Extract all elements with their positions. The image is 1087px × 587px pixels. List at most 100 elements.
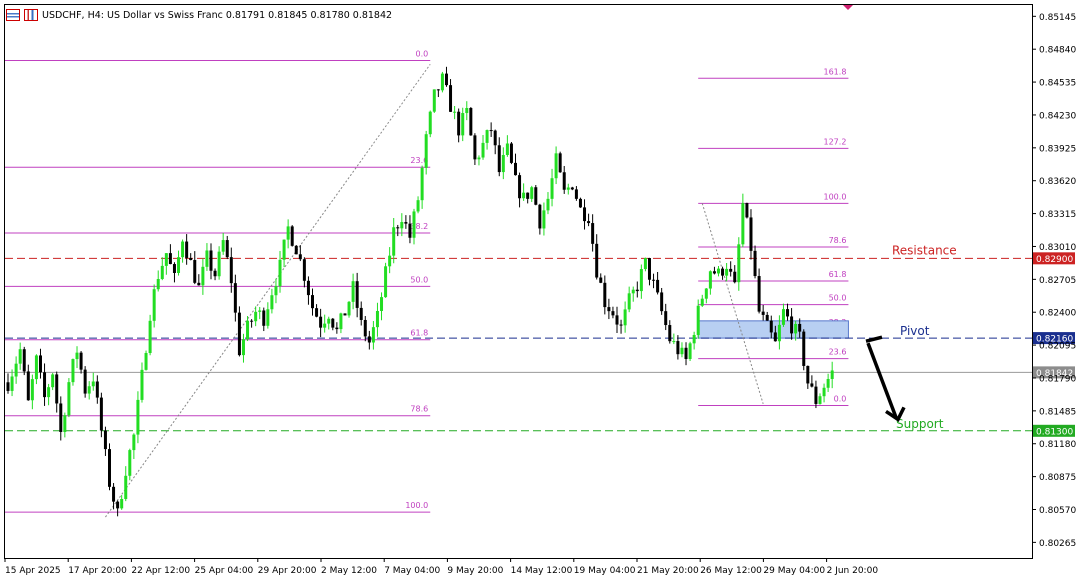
chart-list-icon[interactable] [6, 9, 20, 21]
candle-bull [205, 250, 209, 267]
y-tick-label: 0.80265 [1039, 539, 1076, 549]
candle-bear [168, 253, 172, 265]
candle-bull [156, 279, 160, 290]
candle-bear [79, 352, 83, 370]
candle-bull [148, 320, 152, 354]
candle-bear [664, 311, 668, 326]
candle-bull [384, 266, 388, 298]
candle-bear [331, 318, 335, 328]
candle-bull [794, 323, 798, 334]
candle-bull [34, 355, 38, 380]
candle-bear [99, 397, 103, 431]
candle-bear [213, 270, 217, 277]
y-tick-label: 0.81790 [1039, 374, 1076, 384]
candle-bull [181, 241, 185, 258]
price-chart[interactable]: 0.023.638.250.061.878.6100.0161.8127.210… [0, 0, 1087, 583]
candle-bull [136, 399, 140, 435]
candle-bear [343, 313, 347, 316]
x-tick-label: 25 Apr 04:00 [195, 566, 254, 576]
chart-bars-icon[interactable] [24, 9, 38, 21]
candle-bear [311, 295, 314, 309]
fib-level-label: 161.8 [824, 67, 847, 76]
candle-bear [591, 223, 595, 244]
candle-bear [43, 372, 47, 398]
x-tick-label: 21 May 20:00 [637, 566, 699, 576]
candle-bear [534, 187, 538, 205]
candle-bear [765, 314, 769, 321]
candle-bull [522, 192, 526, 199]
candle-bull [91, 381, 95, 387]
fib-level-label: 0.0 [416, 50, 429, 59]
candle-bear [684, 347, 688, 360]
candle-bull [465, 108, 469, 114]
candle-bear [611, 311, 615, 316]
fib-level-label: 50.0 [410, 275, 428, 284]
candle-bull [274, 286, 278, 296]
candle-bull [327, 318, 331, 324]
candle-bear [449, 85, 453, 112]
candle-bear [518, 175, 522, 199]
candle-bull [461, 113, 465, 136]
x-tick-label: 2 Jun 20:00 [827, 566, 879, 576]
candle-bull [258, 310, 262, 312]
pivot-zone [697, 320, 849, 339]
candle-bull [246, 320, 250, 340]
candle-bull [278, 259, 282, 287]
candle-bear [769, 320, 773, 333]
candle-bull [826, 378, 830, 388]
candle-bear [745, 203, 749, 218]
candle-bear [810, 383, 814, 387]
candle-bull [375, 310, 379, 328]
level-price-label: 0.82900 [1036, 255, 1073, 265]
y-tick-label: 0.85145 [1039, 13, 1076, 23]
candle-bull [643, 258, 647, 270]
candle-bear [229, 257, 233, 284]
candle-bull [67, 382, 71, 416]
candle-bull [416, 200, 420, 212]
candle-bull [505, 143, 509, 155]
y-tick-label: 0.82705 [1039, 276, 1076, 286]
candle-bear [603, 282, 607, 308]
candle-bear [583, 207, 587, 222]
candle-bear [408, 223, 412, 238]
candle-bear [290, 226, 294, 246]
level-caption-support: Support [896, 417, 944, 431]
candle-bear [790, 316, 794, 334]
candle-bull [339, 313, 343, 330]
candle-bull [51, 374, 55, 388]
candle-bear [538, 204, 542, 229]
candle-bull [371, 327, 375, 343]
fib-level-label: 78.6 [829, 236, 847, 245]
candle-bull [550, 178, 554, 199]
candle-bull [132, 434, 136, 451]
candle-bear [335, 327, 339, 330]
candle-bull [128, 450, 132, 476]
candle-bear [647, 258, 651, 280]
candle-bear [497, 145, 501, 173]
candle-bear [225, 240, 229, 258]
x-tick-label: 9 May 20:00 [447, 566, 503, 576]
fib-level-label: 0.0 [834, 394, 847, 403]
candle-bull [688, 343, 692, 360]
candle-bear [570, 187, 574, 190]
candle-bear [469, 108, 473, 136]
x-tick-label: 29 Apr 20:00 [258, 566, 317, 576]
candle-bear [798, 323, 802, 332]
candle-bull [680, 347, 684, 355]
candle-bull [530, 187, 534, 199]
candle-bull [152, 289, 156, 321]
candle-bull [351, 281, 355, 302]
candle-bull [554, 153, 558, 179]
candle-bull [282, 239, 286, 260]
candle-bull [428, 111, 432, 135]
candle-bear [806, 365, 810, 384]
y-tick-label: 0.80875 [1039, 473, 1076, 483]
candle-bull [432, 89, 436, 112]
candle-bull [453, 111, 457, 113]
candle-bear [635, 289, 639, 292]
candle-bull [485, 130, 489, 143]
candle-bear [359, 307, 363, 320]
candle-bull [477, 157, 481, 160]
y-tick-label: 0.84840 [1039, 46, 1076, 56]
candle-bull [704, 288, 708, 299]
